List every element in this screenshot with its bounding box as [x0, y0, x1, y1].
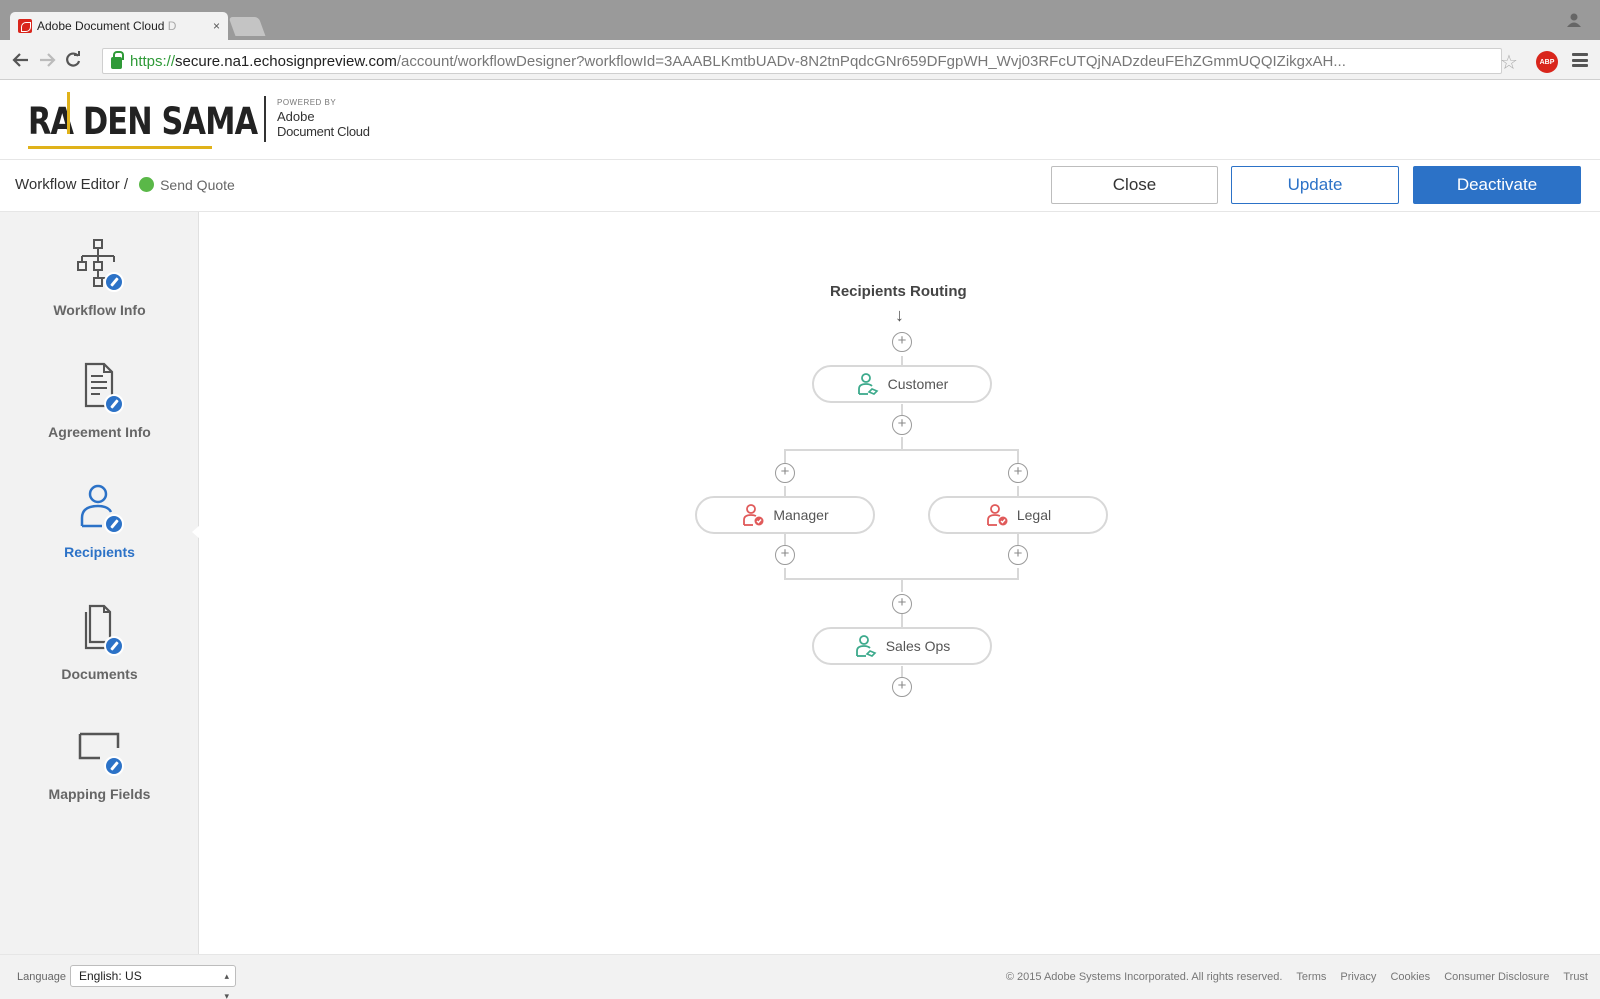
- tab-title: Adobe Document Cloud D: [37, 19, 209, 33]
- logo-accent-bar: [67, 92, 70, 134]
- signer-icon: [856, 372, 880, 396]
- connector-line: [1017, 533, 1019, 545]
- workflow-name: Send Quote: [160, 176, 235, 193]
- url-path: /account/workflowDesigner?workflowId=3AA…: [396, 52, 1346, 70]
- sidebar-item-mapping-fields[interactable]: Mapping Fields: [0, 722, 199, 822]
- routing-title: Recipients Routing: [830, 283, 967, 300]
- address-bar[interactable]: https:// secure.na1.echosignpreview.com …: [102, 48, 1502, 74]
- connector-line: [901, 614, 903, 628]
- add-step-button[interactable]: +: [775, 463, 795, 483]
- footer-links: © 2015 Adobe Systems Incorporated. All r…: [1006, 971, 1588, 983]
- sidebar-item-agreement-info[interactable]: Agreement Info: [0, 360, 199, 460]
- agreement-icon: [70, 360, 130, 420]
- add-step-button[interactable]: +: [892, 594, 912, 614]
- lock-icon: [111, 51, 124, 69]
- url-host: secure.na1.echosignpreview.com: [175, 52, 397, 70]
- reload-icon[interactable]: [60, 47, 86, 73]
- recipients-icon: [70, 480, 130, 540]
- status-dot: [139, 177, 155, 192]
- tab-title-text: Adobe Document Cloud: [37, 19, 165, 33]
- recipient-node-sales-ops[interactable]: Sales Ops: [812, 627, 992, 665]
- pdf-icon: [18, 19, 32, 33]
- branch-line-top: [784, 449, 1018, 451]
- sidebar-item-recipients[interactable]: Recipients: [0, 480, 199, 580]
- new-tab-button[interactable]: [228, 17, 266, 36]
- breadcrumb: Workflow Editor / Send Quote: [15, 176, 235, 193]
- powered-by-document-cloud: Document Cloud: [277, 124, 370, 139]
- approver-icon: [741, 503, 765, 527]
- powered-divider: [264, 96, 266, 142]
- browser-toolbar: https:// secure.na1.echosignpreview.com …: [0, 40, 1600, 80]
- back-icon[interactable]: [8, 47, 34, 73]
- signer-icon: [854, 634, 878, 658]
- adblock-icon[interactable]: ABP: [1536, 51, 1558, 73]
- active-item-indicator: [192, 525, 200, 539]
- recipient-label: Manager: [773, 507, 829, 523]
- sidebar-item-label: Agreement Info: [48, 424, 151, 440]
- bookmark-star-icon[interactable]: ☆: [1500, 50, 1518, 75]
- language-value: English: US: [79, 969, 142, 983]
- sidebar-item-label: Recipients: [64, 544, 135, 560]
- powered-by-label: POWERED BY: [277, 98, 337, 107]
- recipient-node-manager[interactable]: Manager: [695, 496, 875, 534]
- copyright-text: © 2015 Adobe Systems Incorporated. All r…: [1005, 971, 1283, 983]
- sidebar: Workflow Info Agreement Info Recipients: [0, 212, 199, 954]
- add-step-button[interactable]: +: [892, 677, 912, 697]
- edit-badge-icon: [103, 514, 124, 534]
- tab-close-icon[interactable]: ×: [213, 19, 220, 33]
- recipient-label: Sales Ops: [885, 638, 951, 654]
- mapping-fields-icon: [70, 722, 130, 782]
- tab-title-overflow: D: [167, 19, 177, 33]
- browser-tab[interactable]: Adobe Document Cloud D ×: [10, 12, 228, 40]
- footer-link-terms[interactable]: Terms: [1296, 971, 1326, 983]
- workflow-icon: [70, 238, 130, 298]
- browser-tab-bar: Adobe Document Cloud D ×: [0, 0, 1600, 40]
- add-step-button[interactable]: +: [892, 332, 912, 352]
- sidebar-item-documents[interactable]: Documents: [0, 602, 199, 702]
- sidebar-item-label: Workflow Info: [53, 302, 146, 318]
- routing-start-arrow-icon: ↓: [895, 305, 904, 325]
- recipient-node-customer[interactable]: Customer: [812, 365, 992, 403]
- documents-icon: [70, 602, 130, 662]
- footer: Language English: US ▴ ▾ © 2015 Adobe Sys…: [0, 954, 1600, 999]
- recipient-label: Legal: [1016, 507, 1052, 523]
- close-button[interactable]: Close: [1051, 166, 1218, 204]
- connector-line: [784, 533, 786, 545]
- logo-underline: [28, 146, 212, 149]
- add-step-button[interactable]: +: [892, 415, 912, 435]
- recipient-label: Customer: [887, 376, 949, 392]
- url-scheme: https://: [130, 52, 176, 70]
- approver-icon: [985, 503, 1009, 527]
- deactivate-button[interactable]: Deactivate: [1413, 166, 1581, 204]
- edit-badge-icon: [103, 756, 124, 776]
- brand-logo[interactable]: RA DEN SAMA: [28, 100, 258, 143]
- select-arrows-icon: ▴ ▾: [224, 971, 229, 999]
- edit-badge-icon: [103, 272, 124, 292]
- add-step-button[interactable]: +: [1008, 463, 1028, 483]
- update-button[interactable]: Update: [1231, 166, 1399, 204]
- sidebar-item-label: Documents: [61, 666, 138, 682]
- footer-link-cookies[interactable]: Cookies: [1390, 971, 1430, 983]
- app-header: RA DEN SAMA POWERED BY Adobe Document Cl…: [0, 80, 1600, 160]
- edit-badge-icon: [103, 394, 124, 414]
- recipient-node-legal[interactable]: Legal: [928, 496, 1108, 534]
- footer-link-privacy[interactable]: Privacy: [1340, 971, 1376, 983]
- add-step-button[interactable]: +: [775, 545, 795, 565]
- footer-link-consumer-disclosure[interactable]: Consumer Disclosure: [1444, 971, 1549, 983]
- powered-by-adobe: Adobe: [277, 109, 315, 124]
- footer-link-trust[interactable]: Trust: [1563, 971, 1588, 983]
- add-step-button[interactable]: +: [1008, 545, 1028, 565]
- language-label: Language: [17, 971, 66, 983]
- breadcrumb-root[interactable]: Workflow Editor /: [15, 176, 128, 193]
- connector-line: [901, 578, 903, 592]
- browser-menu-icon[interactable]: [1572, 53, 1588, 67]
- profile-icon[interactable]: [1566, 12, 1582, 28]
- sidebar-item-label: Mapping Fields: [48, 786, 151, 802]
- sidebar-item-workflow-info[interactable]: Workflow Info: [0, 238, 199, 338]
- language-select[interactable]: English: US ▴ ▾: [70, 965, 236, 999]
- forward-icon[interactable]: [34, 47, 60, 73]
- edit-badge-icon: [103, 636, 124, 656]
